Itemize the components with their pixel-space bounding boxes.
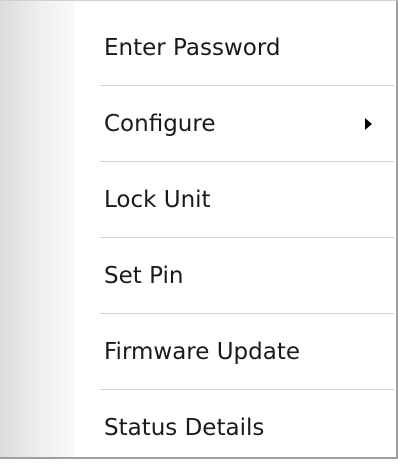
menu-item-label: Configure [104,111,216,137]
menu-item-configure[interactable]: Configure [0,87,394,161]
menu-item-label: Enter Password [104,35,281,61]
menu-item-label: Firmware Update [104,339,301,365]
context-menu: Enter Password Configure Lock Unit Set P… [0,0,398,459]
menu-item-label: Lock Unit [104,187,211,213]
menu-item-lock-unit[interactable]: Lock Unit [0,163,394,237]
menu-item-label: Status Details [104,415,265,441]
menu-item-set-pin[interactable]: Set Pin [0,239,394,313]
menu-item-label: Set Pin [104,263,184,289]
menu-item-status-details[interactable]: Status Details [0,391,394,465]
menu-item-firmware-update[interactable]: Firmware Update [0,315,394,389]
menu-item-enter-password[interactable]: Enter Password [0,11,394,85]
chevron-right-icon [365,118,372,130]
